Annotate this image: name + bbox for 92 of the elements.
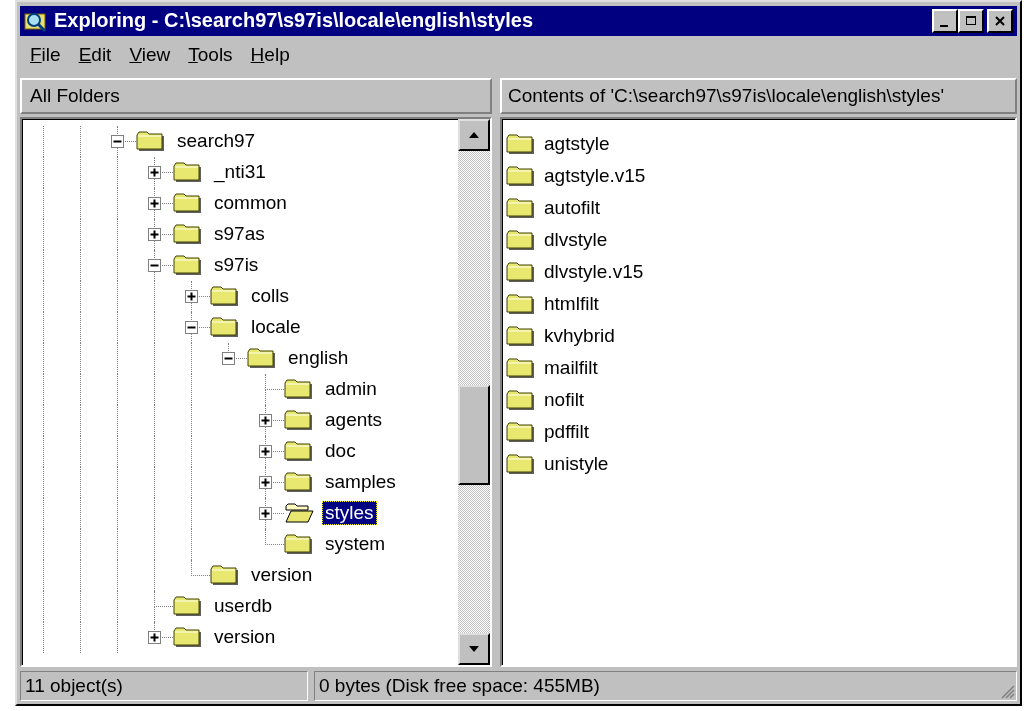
maximize-icon <box>965 14 977 27</box>
plus-box-icon[interactable] <box>148 630 161 644</box>
tree-item[interactable]: agents <box>322 408 386 433</box>
down-arrow-icon <box>468 645 480 654</box>
folder-name[interactable]: mailfilt <box>544 356 598 379</box>
folder-icon <box>506 324 536 347</box>
folder-name[interactable]: unistyle <box>544 452 609 475</box>
plus-box-icon[interactable] <box>259 475 272 489</box>
tree-item[interactable]: styles <box>322 501 377 526</box>
status-panel: 0 bytes (Disk free space: 455MB) <box>314 671 1017 701</box>
plus-box-icon[interactable] <box>185 289 198 303</box>
tree-item[interactable]: system <box>322 532 389 557</box>
tree-item[interactable]: english <box>285 346 352 371</box>
plus-box-icon[interactable] <box>259 506 272 520</box>
folder-icon <box>506 164 536 187</box>
folder-icon <box>173 161 203 184</box>
folder-icon <box>506 356 536 379</box>
menu-item[interactable]: Tools <box>188 43 233 66</box>
folder-icon <box>506 388 536 411</box>
plus-box-icon[interactable] <box>148 196 161 210</box>
folder-icon <box>506 260 536 283</box>
folder-icon <box>506 292 536 315</box>
folder-name[interactable]: agtstyle <box>544 132 610 155</box>
folder-icon <box>284 533 314 556</box>
tree-item[interactable]: userdb <box>211 594 276 619</box>
folder-name[interactable]: pdffilt <box>544 420 590 443</box>
folder-icon <box>284 471 314 494</box>
minus-box-icon[interactable] <box>185 320 198 334</box>
folder-name[interactable]: autofilt <box>544 196 600 219</box>
folder-icon <box>284 378 314 401</box>
minus-box-icon[interactable] <box>222 351 235 365</box>
folder-icon <box>247 347 277 370</box>
tree-item[interactable]: locale <box>248 315 304 340</box>
tree-item[interactable]: search97 <box>174 129 259 154</box>
folder-icon <box>210 564 240 587</box>
status-panel: 11 object(s) <box>20 671 308 701</box>
folder-icon <box>506 228 536 251</box>
plus-box-icon[interactable] <box>259 444 272 458</box>
folder-icon <box>284 409 314 432</box>
tree-item[interactable]: _nti31 <box>211 160 269 185</box>
window-title: Exploring - C:\search97\s97is\locale\english\styles <box>54 9 535 33</box>
folder-icon <box>173 626 203 649</box>
tree-item[interactable]: s97as <box>211 222 268 247</box>
folder-name[interactable]: dlvstyle <box>544 228 608 251</box>
tree-item[interactable]: version <box>248 563 316 588</box>
close-button[interactable] <box>987 8 1013 33</box>
tree-item[interactable]: s97is <box>211 253 262 278</box>
folder-name[interactable]: htmlfilt <box>544 292 599 315</box>
folder-icon <box>173 254 203 277</box>
folder-icon <box>173 192 203 215</box>
folder-name[interactable]: dlvstyle.v15 <box>544 260 644 283</box>
minus-box-icon[interactable] <box>148 258 161 272</box>
folder-icon <box>210 285 240 308</box>
folder-name[interactable]: kvhybrid <box>544 324 615 347</box>
scrollbar[interactable] <box>458 118 490 666</box>
folder-name[interactable]: nofilt <box>544 388 585 411</box>
size-grip-icon[interactable] <box>999 683 1015 699</box>
folder-icon <box>173 223 203 246</box>
folder-icon <box>506 132 536 155</box>
pane-header: All Folders <box>20 77 492 114</box>
folder-icon <box>210 316 240 339</box>
tree-item[interactable]: admin <box>322 377 380 402</box>
folder-icon <box>506 420 536 443</box>
menu-item[interactable]: File <box>30 43 61 66</box>
folder-icon <box>506 452 536 475</box>
plus-box-icon[interactable] <box>148 165 161 179</box>
minimize-button[interactable] <box>932 8 958 33</box>
minimize-icon <box>939 24 948 27</box>
minus-box-icon[interactable] <box>111 134 124 148</box>
scroll-up-button[interactable] <box>458 118 490 151</box>
plus-box-icon[interactable] <box>259 413 272 427</box>
menu-item[interactable]: View <box>129 43 171 66</box>
tree-item[interactable]: samples <box>322 470 399 495</box>
tree-item[interactable]: doc <box>322 439 359 464</box>
close-icon <box>994 14 1006 27</box>
tree-item[interactable]: common <box>211 191 290 216</box>
menu-item[interactable]: Help <box>250 43 290 66</box>
tree-item[interactable]: colls <box>248 284 292 309</box>
scroll-down-button[interactable] <box>458 633 490 666</box>
folder-icon <box>136 130 166 153</box>
folder-icon <box>284 440 314 463</box>
tree-item[interactable]: version <box>211 625 279 650</box>
open-folder-icon <box>284 502 314 525</box>
folder-name[interactable]: agtstyle.v15 <box>544 164 646 187</box>
maximize-button[interactable] <box>958 8 984 33</box>
menu-item[interactable]: Edit <box>78 43 112 66</box>
up-arrow-icon <box>468 130 480 139</box>
folder-icon <box>173 595 203 618</box>
plus-box-icon[interactable] <box>148 227 161 241</box>
pane-header: Contents of 'C:\search97\s97is\locale\english\styles' <box>500 77 1017 114</box>
folder-icon <box>506 196 536 219</box>
scrollbar-thumb[interactable] <box>458 385 490 486</box>
